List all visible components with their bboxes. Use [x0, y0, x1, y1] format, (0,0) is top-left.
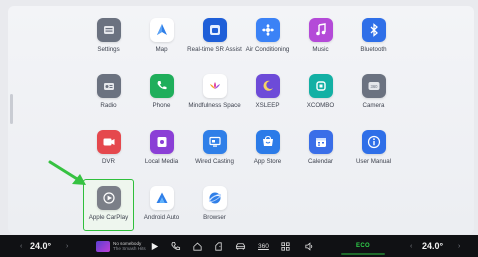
radio-icon	[96, 74, 121, 98]
eco-mode-button[interactable]: ECO	[340, 235, 386, 257]
sr-assist-icon	[202, 18, 227, 42]
casting-icon	[202, 130, 227, 154]
app-music[interactable]: Music	[294, 18, 347, 74]
phone-icon	[171, 241, 181, 250]
chevron-right-icon: ›	[458, 242, 461, 250]
app-label: XCOMBO	[306, 102, 335, 109]
svg-text:360: 360	[370, 84, 378, 89]
chevron-left-icon: ‹	[410, 242, 413, 250]
app-label: Calendar	[307, 158, 334, 165]
app-label: Map	[155, 46, 168, 53]
app-android-auto[interactable]: Android Auto	[135, 186, 188, 242]
camera-360-dock-button[interactable]: 360	[258, 235, 269, 257]
phone-dock-button[interactable]	[170, 235, 181, 257]
android-auto-icon	[149, 186, 174, 210]
carplay-icon	[96, 186, 121, 210]
app-label: Air Conditioning	[245, 46, 290, 53]
app-local-media[interactable]: Local Media	[135, 130, 188, 186]
app-mindfulness-space[interactable]: Mindfulness Space	[188, 74, 241, 130]
app-camera[interactable]: 360 Camera	[347, 74, 400, 130]
left-temperature[interactable]: 24.0°	[30, 241, 51, 251]
home-dock-button[interactable]	[192, 235, 203, 257]
music-note-icon	[308, 18, 333, 42]
home-icon	[193, 241, 202, 251]
app-bluetooth[interactable]: Bluetooth	[347, 18, 400, 74]
phone-icon	[149, 74, 174, 98]
chevron-left-icon: ‹	[20, 242, 23, 250]
app-wired-casting[interactable]: Wired Casting	[188, 130, 241, 186]
volume-dock-button[interactable]	[304, 235, 315, 257]
app-realtime-sr-assist[interactable]: Real-time SR Assist	[187, 18, 242, 74]
settings-icon	[96, 18, 121, 42]
play-icon	[151, 242, 159, 250]
app-air-conditioning[interactable]: Air Conditioning	[241, 18, 294, 74]
apps-grid-icon	[281, 241, 290, 251]
app-label: Settings	[97, 46, 120, 53]
camera-360-icon: 360	[361, 74, 386, 98]
now-playing-widget[interactable]: No somebody The Smash Hits	[96, 235, 146, 257]
side-drawer-handle[interactable]	[10, 94, 13, 124]
left-temp-down-button[interactable]: ‹	[20, 235, 22, 257]
app-app-store[interactable]: App Store	[241, 130, 294, 186]
door-dock-button[interactable]	[213, 235, 224, 257]
app-xcombo[interactable]: XCOMBO	[294, 74, 347, 130]
apps-dock-button[interactable]	[280, 235, 291, 257]
app-browser[interactable]: Browser	[188, 186, 241, 242]
left-temp-up-button[interactable]: ›	[66, 235, 68, 257]
app-label: App Store	[253, 158, 282, 165]
app-label: User Manual	[355, 158, 392, 165]
app-label: Wired Casting	[195, 158, 234, 165]
app-label: Mindfulness Space	[188, 102, 241, 109]
camera-360-label: 360	[258, 242, 269, 250]
app-radio[interactable]: Radio	[82, 74, 135, 130]
chevron-right-icon: ›	[66, 242, 69, 250]
eco-label: ECO	[356, 243, 370, 249]
bottom-dock: ‹ 24.0° › No somebody The Smash Hits 360…	[0, 235, 478, 257]
app-xsleep[interactable]: XSLEEP	[241, 74, 294, 130]
app-map[interactable]: Map	[135, 18, 188, 74]
app-label: Browser	[203, 214, 226, 221]
combo-icon	[308, 74, 333, 98]
media-subtitle: The Smash Hits	[113, 246, 146, 251]
app-label: Radio	[100, 102, 117, 109]
app-user-manual[interactable]: User Manual	[347, 130, 400, 186]
info-icon	[361, 130, 386, 154]
map-icon	[149, 18, 174, 42]
app-label: Bluetooth	[360, 46, 387, 53]
car-dock-button[interactable]	[235, 235, 246, 257]
moon-icon	[255, 74, 280, 98]
app-apple-carplay[interactable]: Apple CarPlay	[82, 179, 135, 242]
app-label: XSLEEP	[255, 102, 280, 109]
app-label: Local Media	[144, 158, 179, 165]
dvr-icon	[96, 130, 121, 154]
app-settings[interactable]: Settings	[82, 18, 135, 74]
green-pointer-arrow-icon	[48, 160, 86, 185]
app-phone[interactable]: Phone	[135, 74, 188, 130]
right-temp-down-button[interactable]: ‹	[410, 235, 412, 257]
fan-icon	[255, 18, 280, 42]
car-icon	[235, 242, 246, 250]
app-calendar[interactable]: Calendar	[294, 130, 347, 186]
eco-indicator-bar	[341, 253, 385, 255]
volume-icon	[305, 241, 313, 251]
play-button[interactable]	[149, 235, 160, 257]
local-media-icon	[149, 130, 174, 154]
bluetooth-icon	[361, 18, 386, 42]
app-grid: Settings Map Real-time SR Assist Air Condit…	[82, 18, 400, 242]
calendar-icon	[308, 130, 333, 154]
right-temp-up-button[interactable]: ›	[458, 235, 460, 257]
store-icon	[255, 130, 280, 154]
app-label: Real-time SR Assist	[187, 46, 242, 53]
right-temperature[interactable]: 24.0°	[422, 241, 443, 251]
app-label: Android Auto	[143, 214, 180, 221]
browser-icon	[202, 186, 227, 210]
app-label: Music	[312, 46, 329, 53]
door-icon	[215, 241, 222, 251]
app-label: Camera	[362, 102, 385, 109]
album-art	[96, 240, 110, 252]
app-label: Phone	[152, 102, 171, 109]
lotus-icon	[202, 74, 227, 98]
app-label: Apple CarPlay	[88, 214, 129, 221]
